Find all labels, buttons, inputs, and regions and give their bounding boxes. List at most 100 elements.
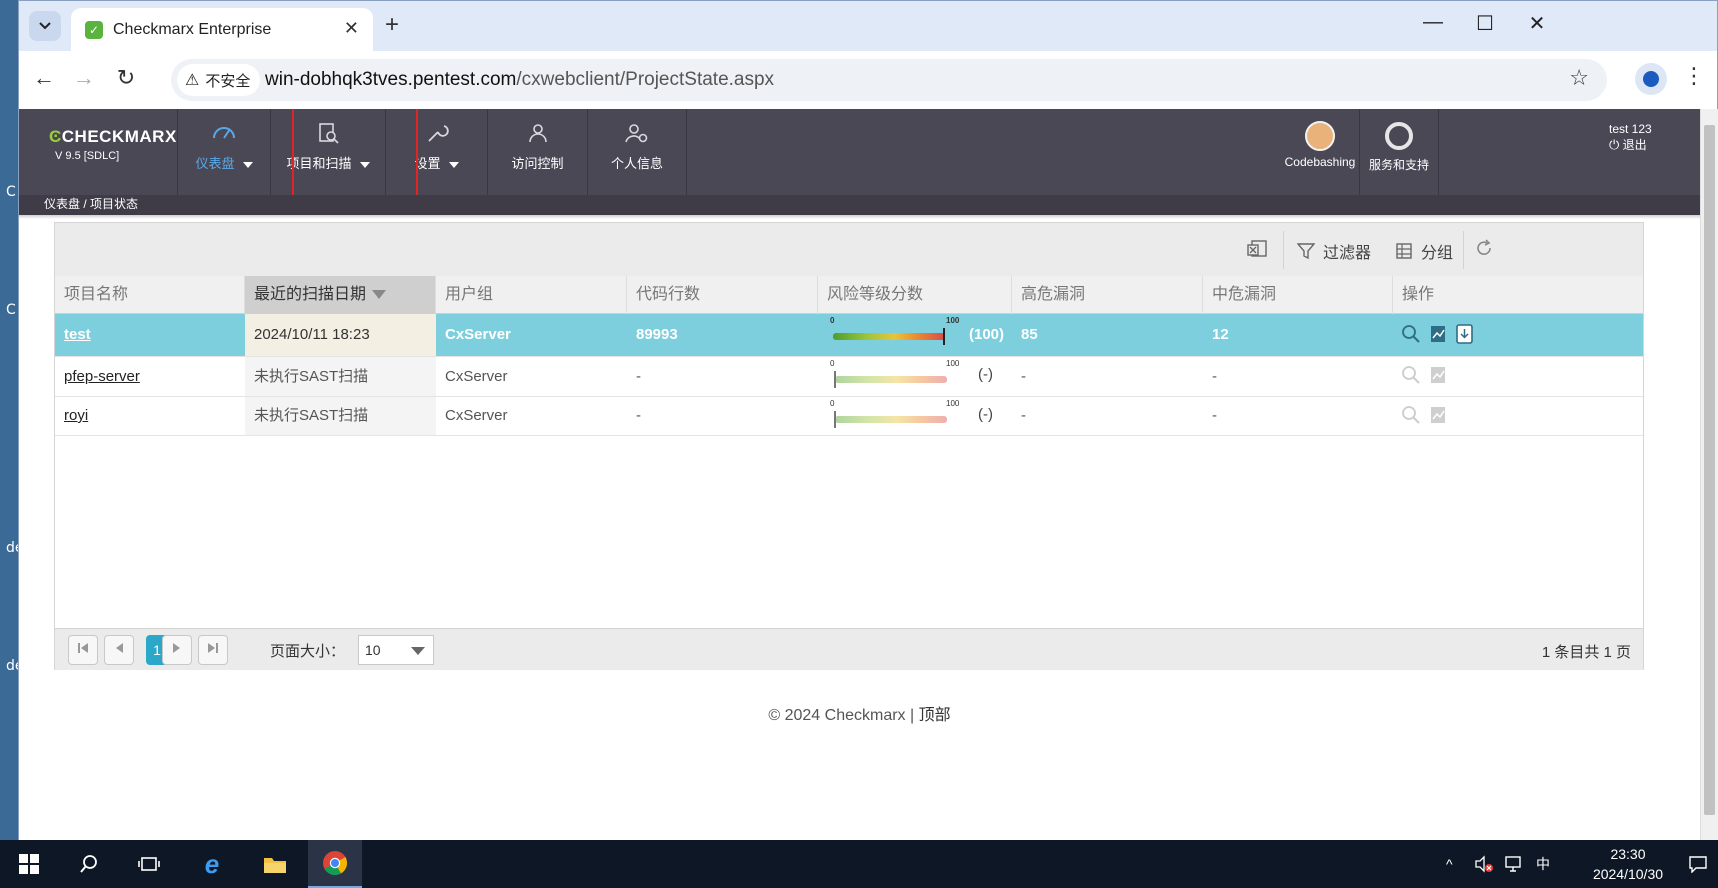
ime-indicator[interactable]: 中 (1536, 840, 1550, 888)
task-view-icon (138, 857, 160, 871)
page-scrollbar[interactable] (1700, 109, 1718, 841)
maximize-icon[interactable]: ☐ (1465, 11, 1505, 36)
project-name-cell: pfep-server (55, 357, 245, 396)
network-icon[interactable] (1504, 840, 1524, 888)
scan-report-icon[interactable] (1429, 405, 1449, 425)
prev-page-icon (116, 643, 123, 653)
view-results-icon[interactable] (1401, 405, 1421, 425)
desktop-icon-label[interactable]: C (6, 184, 16, 200)
menu-profile[interactable]: 个人信息 (587, 109, 687, 195)
filter-button[interactable]: 过滤器 (1297, 239, 1371, 263)
volume-muted-icon[interactable] (1474, 840, 1494, 888)
bookmark-star-icon[interactable]: ☆ (1569, 65, 1589, 91)
scan-date-cell: 2024/10/11 18:23 (245, 314, 436, 356)
tab-search-button[interactable] (29, 11, 61, 41)
col-high[interactable]: 高危漏洞 (1012, 276, 1203, 314)
browser-menu-icon[interactable]: ⋮ (1683, 63, 1705, 89)
group-label: 分组 (1421, 245, 1454, 262)
refresh-button[interactable] (1475, 239, 1493, 257)
back-icon[interactable]: ← (29, 65, 59, 91)
risk-scale-min: 0 (830, 316, 835, 325)
col-medium[interactable]: 中危漏洞 (1203, 276, 1393, 314)
caret-down-icon (448, 161, 459, 168)
scan-report-icon[interactable] (1429, 365, 1449, 385)
logout-link[interactable]: ⏻ 退出 (1609, 137, 1652, 153)
project-link[interactable]: pfep-server (64, 368, 140, 385)
tray-chevron-up-icon[interactable]: ^ (1446, 840, 1453, 888)
actions-cell (1393, 397, 1645, 435)
prev-page-button[interactable] (104, 635, 134, 665)
high-cell: - (1021, 407, 1026, 424)
last-page-button[interactable] (198, 635, 228, 665)
support-link[interactable]: 服务和支持 (1359, 109, 1439, 195)
profile-avatar-icon[interactable] (1635, 63, 1667, 95)
menu-settings-label: 设置 (414, 156, 441, 171)
task-view-button[interactable] (122, 840, 176, 888)
codebashing-link[interactable]: Codebashing (1281, 109, 1359, 195)
new-tab-icon[interactable]: + (385, 11, 399, 39)
scan-report-icon[interactable] (1429, 324, 1449, 344)
security-chip[interactable]: ⚠ 不安全 (177, 64, 261, 96)
system-clock[interactable]: 23:30 2024/10/30 (1578, 844, 1678, 884)
back-to-top-link[interactable]: 顶部 (919, 707, 951, 724)
start-button[interactable] (2, 840, 56, 888)
page-size-value: 10 (365, 642, 381, 658)
project-link[interactable]: test (64, 326, 91, 343)
desktop-icon-label[interactable]: C (6, 302, 16, 318)
codebashing-label: Codebashing (1284, 155, 1356, 169)
scrollbar-thumb[interactable] (1704, 125, 1715, 815)
menu-dashboard[interactable]: 仪表盘 (177, 109, 270, 195)
search-icon (80, 855, 97, 873)
export-excel-button[interactable] (1247, 239, 1269, 259)
download-report-icon[interactable] (1455, 324, 1475, 344)
group-button[interactable]: 分组 (1395, 239, 1453, 263)
risk-bar (835, 376, 947, 383)
internet-explorer-icon[interactable]: e (185, 840, 239, 888)
windows-taskbar: e ^ 中 23:30 2024/10/30 (0, 840, 1718, 888)
notification-icon[interactable] (1688, 840, 1708, 888)
first-page-button[interactable] (68, 635, 98, 665)
menu-dashboard-label: 仪表盘 (195, 156, 235, 171)
page-size-select[interactable]: 10 (358, 635, 434, 665)
search-button[interactable] (62, 840, 116, 888)
risk-marker (834, 411, 836, 428)
col-project-name[interactable]: 项目名称 (55, 276, 245, 314)
col-loc[interactable]: 代码行数 (627, 276, 818, 314)
project-name-cell: royi (55, 397, 245, 435)
table-row[interactable]: pfep-server 未执行SAST扫描 CxServer - 0 100 (… (55, 357, 1643, 397)
project-link[interactable]: royi (64, 407, 88, 424)
toolbar-divider (1283, 231, 1284, 269)
browser-tab[interactable]: ✓ Checkmarx Enterprise ✕ (71, 8, 373, 51)
checkmarx-logo[interactable]: ϾCHECKMARX (49, 127, 177, 147)
grid-header: 项目名称 最近的扫描日期 用户组 代码行数 风险等级分数 高危漏洞 中危漏洞 操… (55, 276, 1643, 314)
col-last-scan-date[interactable]: 最近的扫描日期 (245, 276, 436, 314)
header-shadow (19, 215, 1700, 219)
file-explorer-icon[interactable] (248, 840, 302, 888)
user-name: test 123 (1609, 122, 1652, 136)
menu-access-control[interactable]: 访问控制 (487, 109, 587, 195)
view-results-icon[interactable] (1401, 365, 1421, 385)
windows-logo-icon (19, 854, 39, 874)
view-results-icon[interactable] (1401, 324, 1421, 344)
reload-icon[interactable]: ↻ (111, 65, 141, 91)
clock-date: 2024/10/30 (1592, 866, 1664, 882)
team-cell: CxServer (445, 407, 508, 424)
next-page-button[interactable] (162, 635, 192, 665)
sort-desc-icon (372, 290, 387, 300)
url-text[interactable]: win-dobhqk3tves.pentest.com/cxwebclient/… (265, 69, 774, 91)
close-window-icon[interactable]: ✕ (1517, 11, 1557, 36)
table-row[interactable]: royi 未执行SAST扫描 CxServer - 0 100 (-) - - (55, 397, 1643, 436)
address-bar[interactable]: ⚠ 不安全 win-dobhqk3tves.pentest.com/cxwebc… (171, 59, 1607, 101)
url-path: /cxwebclient/ProjectState.aspx (516, 69, 775, 90)
actions-cell (1393, 314, 1645, 356)
forward-icon[interactable]: → (69, 65, 99, 91)
chrome-taskbar-icon[interactable] (308, 840, 362, 888)
filter-icon (1297, 243, 1315, 260)
dashboard-gauge-icon (178, 109, 270, 153)
close-tab-icon[interactable]: ✕ (344, 18, 359, 39)
col-team[interactable]: 用户组 (436, 276, 627, 314)
table-row[interactable]: test 2024/10/11 18:23 CxServer 89993 0 1… (55, 314, 1643, 357)
minimize-icon[interactable]: — (1413, 11, 1453, 34)
warning-triangle-icon: ⚠ (185, 72, 200, 89)
col-risk-score[interactable]: 风险等级分数 (818, 276, 1012, 314)
